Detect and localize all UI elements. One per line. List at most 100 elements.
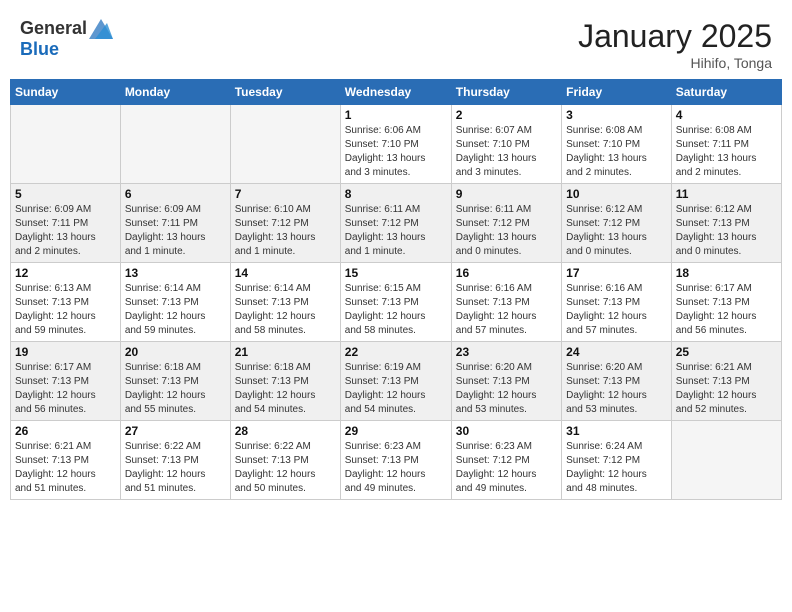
calendar-week-row: 1 Sunrise: 6:06 AM Sunset: 7:10 PM Daylig… [11,105,782,184]
day-number: 8 [345,187,447,201]
weekday-header-tuesday: Tuesday [230,80,340,105]
weekday-header-wednesday: Wednesday [340,80,451,105]
day-info: Sunrise: 6:17 AM Sunset: 7:13 PM Dayligh… [15,361,116,417]
day-number: 19 [15,345,116,359]
day-info: Sunrise: 6:19 AM Sunset: 7:13 PM Dayligh… [345,361,447,417]
day-info: Sunrise: 6:16 AM Sunset: 7:13 PM Dayligh… [566,282,667,338]
day-info: Sunrise: 6:17 AM Sunset: 7:13 PM Dayligh… [676,282,777,338]
calendar-cell: 17Sunrise: 6:16 AM Sunset: 7:13 PM Dayli… [562,263,672,342]
day-info: Sunrise: 6:20 AM Sunset: 7:13 PM Dayligh… [566,361,667,417]
calendar-cell: 15 Sunrise: 6:15 AM Sunset: 7:13 PM Dayli… [340,263,451,342]
weekday-header-sunday: Sunday [11,80,121,105]
day-info: Sunrise: 6:16 AM Sunset: 7:13 PM Dayligh… [456,282,557,338]
calendar-cell [671,421,781,500]
calendar-cell: 5 Sunrise: 6:09 AM Sunset: 7:11 PM Daylig… [11,184,121,263]
day-number: 29 [345,424,447,438]
day-info: Sunrise: 6:15 AM Sunset: 7:13 PM Dayligh… [345,282,447,338]
calendar-cell [120,105,230,184]
calendar-cell: 16 Sunrise: 6:16 AM Sunset: 7:13 PM Dayli… [451,263,561,342]
day-info: Sunrise: 6:22 AM Sunset: 7:13 PM Dayligh… [235,440,336,496]
calendar-cell: 9 Sunrise: 6:11 AM Sunset: 7:12 PM Daylig… [451,184,561,263]
day-number: 7 [235,187,336,201]
day-number: 2 [456,108,557,122]
day-number: 21 [235,345,336,359]
logo-blue-text: Blue [20,39,59,60]
day-number: 5 [15,187,116,201]
day-info: Sunrise: 6:08 AM Sunset: 7:11 PM Dayligh… [676,124,777,180]
day-number: 25 [676,345,777,359]
day-info: Sunrise: 6:18 AM Sunset: 7:13 PM Dayligh… [125,361,226,417]
day-number: 1 [345,108,447,122]
calendar-cell: 22 Sunrise: 6:19 AM Sunset: 7:13 PM Dayli… [340,342,451,421]
calendar-cell: 20 Sunrise: 6:18 AM Sunset: 7:13 PM Dayli… [120,342,230,421]
day-info: Sunrise: 6:14 AM Sunset: 7:13 PM Dayligh… [235,282,336,338]
day-info: Sunrise: 6:09 AM Sunset: 7:11 PM Dayligh… [15,203,116,259]
calendar-cell: 31Sunrise: 6:24 AM Sunset: 7:12 PM Dayli… [562,421,672,500]
day-info: Sunrise: 6:09 AM Sunset: 7:11 PM Dayligh… [125,203,226,259]
day-info: Sunrise: 6:14 AM Sunset: 7:13 PM Dayligh… [125,282,226,338]
day-number: 31 [566,424,667,438]
calendar-cell: 4 Sunrise: 6:08 AM Sunset: 7:11 PM Daylig… [671,105,781,184]
calendar-cell: 10Sunrise: 6:12 AM Sunset: 7:12 PM Dayli… [562,184,672,263]
day-info: Sunrise: 6:11 AM Sunset: 7:12 PM Dayligh… [345,203,447,259]
day-number: 22 [345,345,447,359]
weekday-header-thursday: Thursday [451,80,561,105]
logo-icon [89,19,113,39]
calendar-week-row: 19 Sunrise: 6:17 AM Sunset: 7:13 PM Dayli… [11,342,782,421]
day-number: 14 [235,266,336,280]
day-info: Sunrise: 6:22 AM Sunset: 7:13 PM Dayligh… [125,440,226,496]
calendar-week-row: 26Sunrise: 6:21 AM Sunset: 7:13 PM Dayli… [11,421,782,500]
day-info: Sunrise: 6:12 AM Sunset: 7:13 PM Dayligh… [676,203,777,259]
day-info: Sunrise: 6:06 AM Sunset: 7:10 PM Dayligh… [345,124,447,180]
calendar-cell [11,105,121,184]
day-info: Sunrise: 6:13 AM Sunset: 7:13 PM Dayligh… [15,282,116,338]
month-title: January 2025 [578,18,772,55]
day-number: 13 [125,266,226,280]
day-info: Sunrise: 6:18 AM Sunset: 7:13 PM Dayligh… [235,361,336,417]
day-info: Sunrise: 6:12 AM Sunset: 7:12 PM Dayligh… [566,203,667,259]
calendar-cell: 24 Sunrise: 6:20 AM Sunset: 7:13 PM Dayli… [562,342,672,421]
calendar-cell: 29 Sunrise: 6:23 AM Sunset: 7:13 PM Dayli… [340,421,451,500]
day-number: 20 [125,345,226,359]
weekday-header-monday: Monday [120,80,230,105]
day-number: 28 [235,424,336,438]
day-number: 18 [676,266,777,280]
location-subtitle: Hihifo, Tonga [578,55,772,71]
day-info: Sunrise: 6:10 AM Sunset: 7:12 PM Dayligh… [235,203,336,259]
day-info: Sunrise: 6:23 AM Sunset: 7:13 PM Dayligh… [345,440,447,496]
calendar-cell: 28 Sunrise: 6:22 AM Sunset: 7:13 PM Dayli… [230,421,340,500]
calendar-cell: 25 Sunrise: 6:21 AM Sunset: 7:13 PM Dayli… [671,342,781,421]
calendar-cell: 27 Sunrise: 6:22 AM Sunset: 7:13 PM Dayli… [120,421,230,500]
page-header: General Blue January 2025 Hihifo, Tonga [10,10,782,75]
day-info: Sunrise: 6:11 AM Sunset: 7:12 PM Dayligh… [456,203,557,259]
calendar-cell: 6 Sunrise: 6:09 AM Sunset: 7:11 PM Daylig… [120,184,230,263]
logo: General Blue [20,18,113,60]
calendar-cell: 21 Sunrise: 6:18 AM Sunset: 7:13 PM Dayli… [230,342,340,421]
day-number: 4 [676,108,777,122]
calendar-cell: 8 Sunrise: 6:11 AM Sunset: 7:12 PM Daylig… [340,184,451,263]
day-number: 11 [676,187,777,201]
weekday-header-friday: Friday [562,80,672,105]
day-info: Sunrise: 6:21 AM Sunset: 7:13 PM Dayligh… [676,361,777,417]
calendar-cell: 18 Sunrise: 6:17 AM Sunset: 7:13 PM Dayli… [671,263,781,342]
logo-general-text: General [20,18,87,39]
day-number: 24 [566,345,667,359]
day-number: 26 [15,424,116,438]
day-number: 16 [456,266,557,280]
calendar-cell [230,105,340,184]
day-number: 6 [125,187,226,201]
day-number: 9 [456,187,557,201]
calendar-cell: 7 Sunrise: 6:10 AM Sunset: 7:12 PM Daylig… [230,184,340,263]
day-number: 30 [456,424,557,438]
calendar-cell: 23Sunrise: 6:20 AM Sunset: 7:13 PM Dayli… [451,342,561,421]
calendar-cell: 11 Sunrise: 6:12 AM Sunset: 7:13 PM Dayli… [671,184,781,263]
day-number: 23 [456,345,557,359]
calendar-cell: 13 Sunrise: 6:14 AM Sunset: 7:13 PM Dayli… [120,263,230,342]
calendar-table: SundayMondayTuesdayWednesdayThursdayFrid… [10,79,782,500]
weekday-header-row: SundayMondayTuesdayWednesdayThursdayFrid… [11,80,782,105]
day-number: 27 [125,424,226,438]
weekday-header-saturday: Saturday [671,80,781,105]
calendar-cell: 30Sunrise: 6:23 AM Sunset: 7:12 PM Dayli… [451,421,561,500]
calendar-cell: 12Sunrise: 6:13 AM Sunset: 7:13 PM Dayli… [11,263,121,342]
day-number: 15 [345,266,447,280]
